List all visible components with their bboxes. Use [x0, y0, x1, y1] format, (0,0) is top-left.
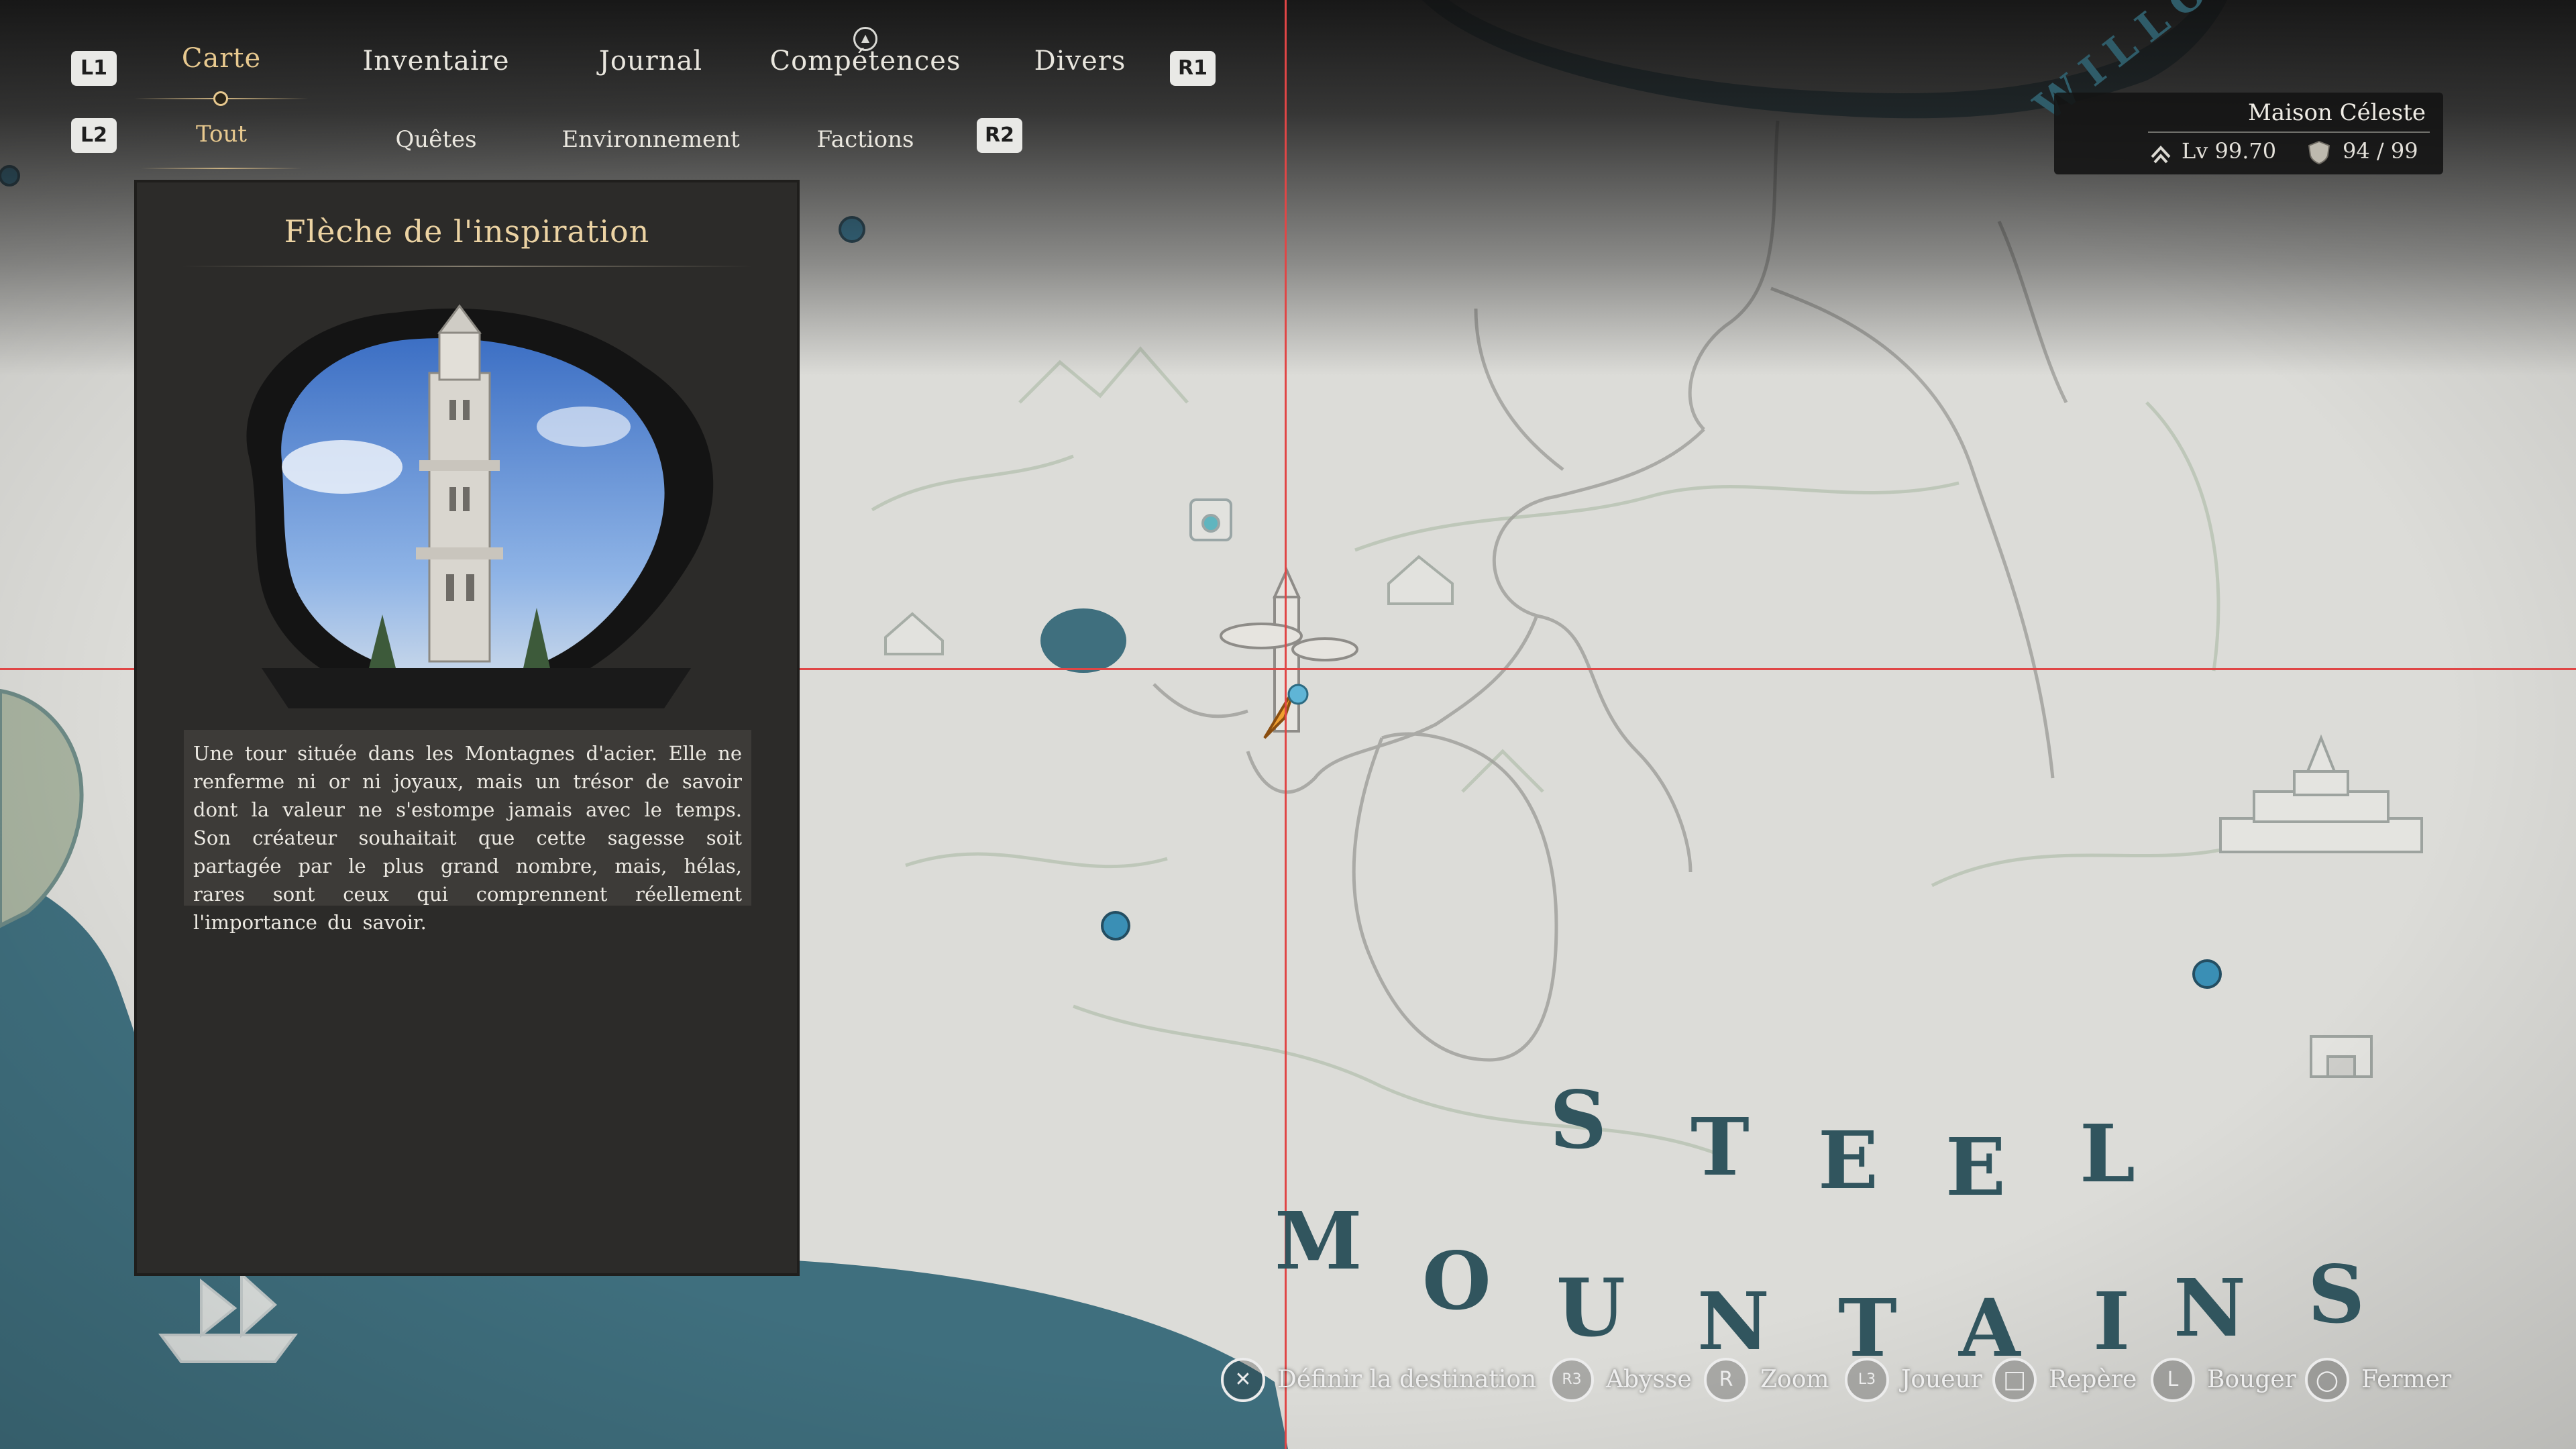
r3-stick-icon: R3: [1550, 1358, 1594, 1402]
region-letter: L: [2080, 1107, 2135, 1200]
location-image: [246, 304, 714, 708]
location-info-panel: Flèche de l'inspiration Une tour située …: [134, 180, 800, 1276]
player-currency: 94 / 99: [2343, 138, 2418, 164]
tab-inventaire[interactable]: Inventaire: [362, 46, 509, 76]
r1-button[interactable]: R1: [1170, 51, 1216, 86]
rank-chevron-icon: [2151, 146, 2171, 164]
region-letter: E: [1945, 1120, 2006, 1214]
region-letter: T: [1690, 1100, 1750, 1193]
hint-label: Abysse: [1606, 1366, 1692, 1393]
active-tab-indicator-icon: [213, 91, 228, 106]
shield-crest-icon: [2308, 140, 2330, 165]
cross-button-icon: ✕: [1221, 1358, 1265, 1402]
hint-label: Bouger: [2207, 1366, 2296, 1393]
region-letter: U: [1556, 1261, 1625, 1354]
region-letter: O: [1422, 1234, 1491, 1328]
square-button-icon: □: [1992, 1358, 2037, 1402]
location-description: Une tour située dans les Montagnes d'aci…: [193, 742, 742, 934]
active-subtab-underline: [141, 168, 302, 169]
r2-button[interactable]: R2: [977, 118, 1022, 153]
title-divider: [181, 266, 753, 267]
region-letter: M: [1275, 1194, 1362, 1287]
location-title: Flèche de l'inspiration: [284, 213, 650, 250]
l1-button[interactable]: L1: [71, 51, 117, 86]
player-status-panel: Maison Céleste Lv 99.70 94 / 99: [2054, 93, 2443, 174]
region-letter: S: [2308, 1248, 2365, 1341]
subtab-factions[interactable]: Factions: [817, 126, 914, 153]
tab-journal[interactable]: Journal: [599, 46, 702, 76]
hint-label: Joueur: [1901, 1366, 1982, 1393]
panel-divider: [2148, 131, 2430, 133]
subtab-environnement[interactable]: Environnement: [561, 126, 739, 153]
tab-divers[interactable]: Divers: [1034, 46, 1126, 76]
subtab-tout[interactable]: Tout: [196, 121, 247, 148]
l2-button[interactable]: L2: [71, 118, 117, 153]
region-letter: E: [1818, 1114, 1878, 1207]
location-description-box: Une tour située dans les Montagnes d'aci…: [184, 730, 751, 934]
subtab-quetes[interactable]: Quêtes: [395, 126, 476, 153]
region-letter: N: [2174, 1261, 2246, 1354]
circle-button-icon: ○: [2305, 1358, 2349, 1402]
region-letter: I: [2093, 1275, 2131, 1368]
tab-competences[interactable]: Compétences: [769, 46, 961, 76]
region-letter: S: [1550, 1073, 1607, 1167]
player-name: Maison Céleste: [2248, 99, 2426, 126]
hint-label: Définir la destination: [1277, 1366, 1537, 1393]
right-stick-icon: R: [1704, 1358, 1748, 1402]
l3-stick-icon: L3: [1845, 1358, 1889, 1402]
left-stick-icon: L: [2151, 1358, 2195, 1402]
tab-carte[interactable]: Carte: [182, 43, 261, 74]
region-letter: N: [1697, 1275, 1770, 1368]
hint-label: Repère: [2049, 1366, 2137, 1393]
hint-label: Fermer: [2361, 1366, 2452, 1393]
player-level: Lv 99.70: [2182, 138, 2277, 164]
hint-label: Zoom: [1760, 1366, 1829, 1393]
